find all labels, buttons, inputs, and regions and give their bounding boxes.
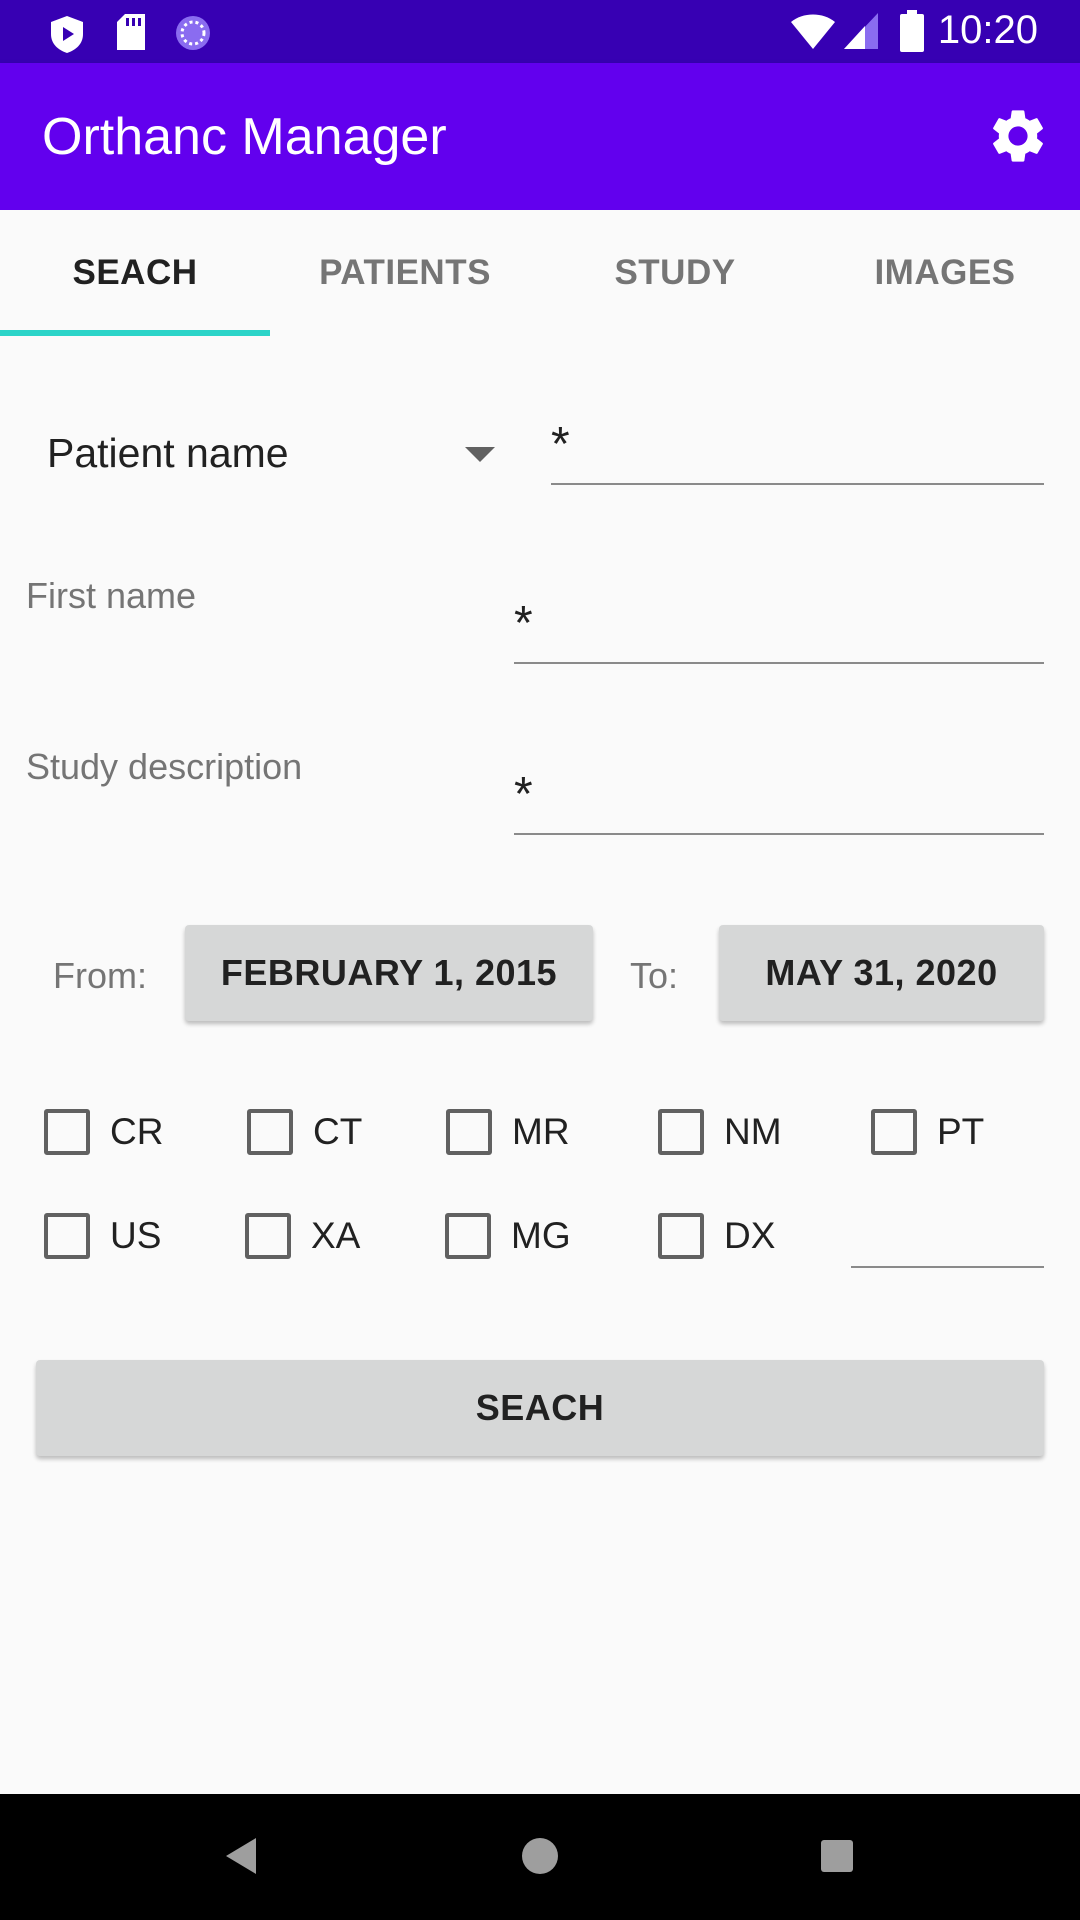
other-modality-field <box>851 1196 1044 1268</box>
checkbox-label: DX <box>724 1215 776 1256</box>
checkbox-box <box>245 1213 291 1259</box>
wifi-icon <box>791 14 835 49</box>
name-input[interactable] <box>551 405 1044 483</box>
checkbox-mg[interactable]: MG <box>445 1206 571 1266</box>
to-label: To: <box>630 955 679 996</box>
checkbox-label: US <box>110 1215 162 1256</box>
app-title: Orthanc Manager <box>42 108 447 166</box>
study-description-field <box>514 755 1044 835</box>
checkbox-pt[interactable]: PT <box>871 1102 984 1162</box>
play-protect-icon <box>51 16 83 53</box>
name-input-field <box>551 405 1044 485</box>
first-name-label: First name <box>26 575 197 616</box>
checkbox-mr[interactable]: MR <box>446 1102 570 1162</box>
study-description-input[interactable] <box>514 755 1044 833</box>
study-description-label: Study description <box>26 746 303 787</box>
checkbox-cr[interactable]: CR <box>44 1102 163 1162</box>
other-modality-input[interactable] <box>851 1196 1044 1266</box>
checkbox-xa[interactable]: XA <box>245 1206 360 1266</box>
from-label: From: <box>53 955 147 996</box>
tab-bar: SEACH PATIENTS STUDY IMAGES <box>0 210 1080 336</box>
app-bar: Orthanc Manager <box>0 63 1080 210</box>
from-date-button[interactable]: FEBRUARY 1, 2015 <box>185 925 593 1021</box>
first-name-field <box>514 584 1044 664</box>
dropdown-selected-value: Patient name <box>47 430 289 476</box>
sd-card-icon <box>117 14 145 50</box>
first-name-input[interactable] <box>514 584 1044 662</box>
checkbox-box <box>247 1109 293 1155</box>
checkbox-label: PT <box>937 1111 985 1152</box>
to-date-button[interactable]: MAY 31, 2020 <box>719 925 1044 1021</box>
battery-icon <box>900 10 924 52</box>
checkbox-box <box>445 1213 491 1259</box>
back-icon[interactable] <box>226 1838 256 1874</box>
dropdown-arrow-icon <box>465 447 495 462</box>
checkbox-label: NM <box>724 1111 782 1152</box>
checkbox-us[interactable]: US <box>44 1206 161 1266</box>
active-tab-indicator <box>0 330 270 336</box>
checkbox-box <box>44 1213 90 1259</box>
checkbox-box <box>658 1213 704 1259</box>
checkbox-nm[interactable]: NM <box>658 1102 782 1162</box>
checkbox-box <box>871 1109 917 1155</box>
tab-patients[interactable]: PATIENTS <box>270 210 540 336</box>
checkbox-label: MR <box>512 1111 570 1152</box>
checkbox-label: XA <box>311 1215 361 1256</box>
sync-icon <box>176 16 210 50</box>
checkbox-box <box>658 1109 704 1155</box>
system-nav-bar <box>0 1794 1080 1920</box>
name-field-dropdown[interactable]: Patient name <box>20 405 500 505</box>
home-icon[interactable] <box>522 1838 558 1874</box>
settings-button[interactable] <box>986 104 1050 168</box>
tab-images[interactable]: IMAGES <box>810 210 1080 336</box>
checkbox-label: MG <box>511 1215 571 1256</box>
status-time: 10:20 <box>937 8 1038 52</box>
checkbox-box <box>44 1109 90 1155</box>
checkbox-label: CT <box>313 1111 363 1152</box>
recent-apps-icon[interactable] <box>821 1840 853 1872</box>
checkbox-label: CR <box>110 1111 164 1152</box>
checkbox-dx[interactable]: DX <box>658 1206 775 1266</box>
gear-icon <box>993 110 1043 162</box>
cell-signal-icon <box>844 13 878 49</box>
checkbox-ct[interactable]: CT <box>247 1102 362 1162</box>
search-button[interactable]: SEACH <box>36 1360 1044 1456</box>
tab-study[interactable]: STUDY <box>540 210 810 336</box>
tab-search[interactable]: SEACH <box>0 210 270 336</box>
status-bar: 10:20 <box>0 0 1080 63</box>
checkbox-box <box>446 1109 492 1155</box>
